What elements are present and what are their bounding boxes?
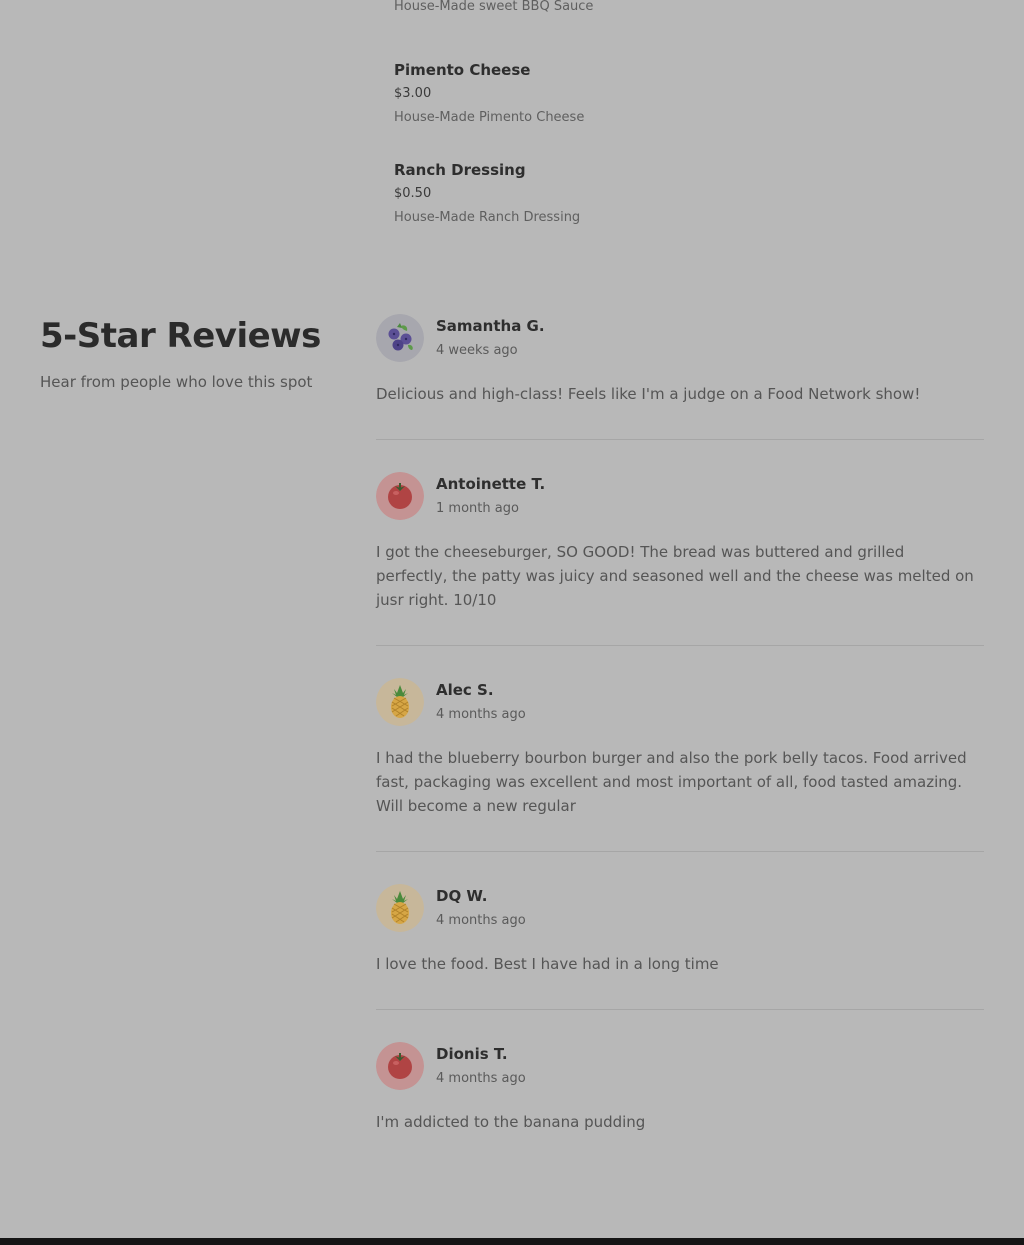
reviewer-name: Samantha G.	[436, 317, 545, 335]
review-card: Dionis T. 4 months ago I'm addicted to t…	[376, 1042, 984, 1167]
menu-item[interactable]: Pimento Cheese $3.00 House-Made Pimento …	[394, 60, 994, 160]
reviews-subtitle: Hear from people who love this spot	[40, 373, 313, 391]
footer-bar	[0, 1238, 1024, 1245]
review-date: 4 months ago	[436, 707, 526, 722]
review-list: Samantha G. 4 weeks ago Delicious and hi…	[376, 314, 984, 1199]
review-text: I'm addicted to the banana pudding	[376, 1113, 646, 1131]
avatar	[376, 314, 424, 362]
menu-item[interactable]: Ranch Dressing $0.50 House-Made Ranch Dr…	[394, 160, 994, 260]
menu-item-description: House-Made Pimento Cheese	[394, 110, 585, 125]
avatar	[376, 472, 424, 520]
review-card: Antoinette T. 1 month ago I got the chee…	[376, 472, 984, 646]
reviews-title: 5-Star Reviews	[40, 316, 321, 356]
reviewer-name: DQ W.	[436, 887, 488, 905]
reviewer-name: Dionis T.	[436, 1045, 508, 1063]
avatar	[376, 678, 424, 726]
menu-item-name: Pimento Cheese	[394, 61, 531, 79]
menu-item-name: Ranch Dressing	[394, 161, 526, 179]
page: House-Made sweet BBQ Sauce Pimento Chees…	[0, 0, 1024, 1245]
review-date: 1 month ago	[436, 501, 519, 516]
review-card: Samantha G. 4 weeks ago Delicious and hi…	[376, 314, 984, 440]
reviewer-name: Antoinette T.	[436, 475, 546, 493]
review-header: Dionis T. 4 months ago	[376, 1042, 984, 1090]
menu-item-list: House-Made sweet BBQ Sauce Pimento Chees…	[394, 0, 994, 260]
review-text: I got the cheeseburger, SO GOOD! The bre…	[376, 543, 974, 609]
review-date: 4 weeks ago	[436, 343, 518, 358]
menu-item-price: $0.50	[394, 186, 432, 201]
review-header: Antoinette T. 1 month ago	[376, 472, 984, 520]
tomato-icon	[376, 472, 424, 520]
review-text: I love the food. Best I have had in a lo…	[376, 955, 719, 973]
tomato-icon	[376, 1042, 424, 1090]
review-date: 4 months ago	[436, 913, 526, 928]
avatar	[376, 884, 424, 932]
avatar	[376, 1042, 424, 1090]
menu-item-description: House-Made Ranch Dressing	[394, 210, 581, 225]
review-card: Alec S. 4 months ago I had the blueberry…	[376, 678, 984, 852]
review-header: Samantha G. 4 weeks ago	[376, 314, 984, 362]
review-text: Delicious and high-class! Feels like I'm…	[376, 385, 921, 403]
review-header: Alec S. 4 months ago	[376, 678, 984, 726]
reviewer-name: Alec S.	[436, 681, 494, 699]
review-card: DQ W. 4 months ago I love the food. Best…	[376, 884, 984, 1010]
pineapple-icon	[376, 884, 424, 932]
pineapple-icon	[376, 678, 424, 726]
menu-item[interactable]: House-Made sweet BBQ Sauce	[394, 0, 994, 60]
menu-item-description: House-Made sweet BBQ Sauce	[394, 0, 594, 14]
menu-item-price: $3.00	[394, 86, 432, 101]
review-text: I had the blueberry bourbon burger and a…	[376, 749, 967, 815]
review-date: 4 months ago	[436, 1071, 526, 1086]
blueberry-icon	[376, 314, 424, 362]
review-header: DQ W. 4 months ago	[376, 884, 984, 932]
